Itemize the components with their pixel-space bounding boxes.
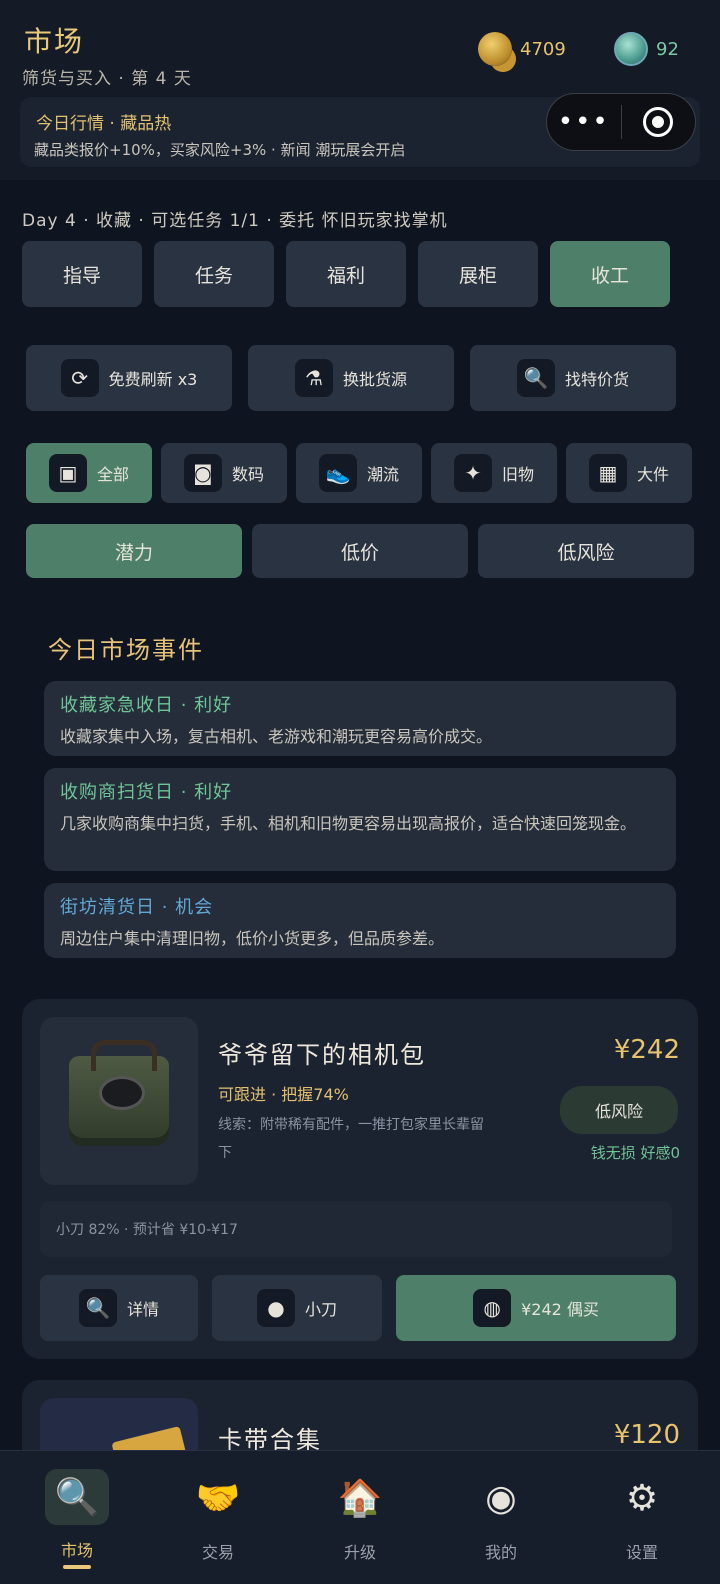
event-desc: 几家收购商集中扫货，手机、相机和旧物更容易出现高报价，适合快速回笼现金。 (60, 814, 637, 833)
furniture-icon: ▦ (588, 454, 627, 492)
magnifier-icon: 🔍 (78, 1289, 117, 1327)
events-title: 今日市场事件 (48, 636, 204, 664)
tab-trade[interactable]: 🤝 交易 (170, 1469, 266, 1569)
shop-upgrade-icon: 🏠 (337, 1478, 383, 1519)
risk-badge[interactable]: 低风险 (560, 1086, 678, 1134)
coin-bag-icon (478, 32, 512, 66)
handshake-icon: 🤝 (195, 1478, 241, 1519)
camera-icon: ◙ (183, 454, 222, 492)
detail-label: 详情 (126, 1300, 159, 1319)
showcase-button[interactable]: 展柜 (418, 241, 538, 307)
tab-market-label: 市场 (60, 1541, 93, 1561)
magnifier-icon: 🔍 (516, 359, 555, 397)
bargain-label: 小刀 (304, 1300, 337, 1319)
event-card: 收购商扫货日 · 利好 几家收购商集中扫货，手机、相机和旧物更容易出现高报价，适… (44, 768, 676, 871)
item-clue: 线索：附带稀有配件，一推打包家里长辈留下 (218, 1117, 484, 1161)
tab-trade-label: 交易 (201, 1543, 234, 1562)
event-title: 收购商扫货日 · 利好 (60, 782, 233, 803)
target-icon (643, 107, 674, 137)
category-digital[interactable]: ◙ 数码 (161, 443, 287, 503)
item-status: 钱无损 好感0 (590, 1144, 680, 1162)
close-miniprogram-button[interactable] (622, 107, 696, 137)
item-price: ¥120 (613, 1420, 680, 1450)
switch-supply-label: 换批货源 (342, 370, 407, 389)
free-refresh-label: 免费刷新 x3 (108, 370, 198, 389)
page-subtitle: 筛货与买入 · 第 4 天 (22, 69, 192, 89)
more-menu-button[interactable]: ••• (547, 107, 621, 137)
header: 市场 筛货与买入 · 第 4 天 4709 92 今日行情 · 藏品热 藏品类报… (0, 0, 720, 180)
camera-bag-image (69, 1040, 169, 1146)
bottom-tab-bar: 🔍 市场 🤝 交易 🏠 升级 ◉ 我的 ⚙ 设置 (0, 1450, 720, 1584)
event-card: 收藏家急收日 · 利好 收藏家集中入场，复古相机、老游戏和潮玩更容易高价成交。 (44, 681, 676, 756)
event-desc: 收藏家集中入场，复古相机、老游戏和潮玩更容易高价成交。 (60, 727, 493, 746)
category-old-label: 旧物 (501, 465, 534, 484)
task-button[interactable]: 任务 (154, 241, 274, 307)
magnifier-icon: 🔍 (45, 1469, 109, 1526)
coin-counter: 4709 (478, 32, 566, 66)
profile-icon: ◉ (485, 1477, 517, 1519)
potion-icon: ⚗ (294, 359, 333, 397)
category-big-label: 大件 (636, 465, 669, 484)
find-bargain-button[interactable]: 🔍 找特价货 (470, 345, 676, 411)
welfare-button[interactable]: 福利 (286, 241, 406, 307)
detail-button[interactable]: 🔍 详情 (40, 1275, 198, 1341)
category-all[interactable]: ▣ 全部 (26, 443, 152, 503)
sort-low-price[interactable]: 低价 (252, 524, 468, 578)
vintage-items-icon: ✦ (453, 454, 492, 492)
coin-icon: ● (256, 1289, 295, 1327)
event-title: 收藏家急收日 · 利好 (60, 695, 233, 716)
day-status-line: Day 4 · 收藏 · 可选任务 1/1 · 委托 怀旧玩家找掌机 (22, 211, 448, 231)
tab-upgrade[interactable]: 🏠 升级 (312, 1469, 408, 1569)
item-name: 爷爷留下的相机包 (218, 1041, 426, 1069)
sort-potential[interactable]: 潜力 (26, 524, 242, 578)
miniprogram-capsule: ••• (546, 93, 696, 151)
market-events-section: 今日市场事件 收藏家急收日 · 利好 收藏家集中入场，复古相机、老游戏和潮玩更容… (20, 603, 700, 973)
page-title: 市场 (24, 25, 85, 58)
tab-market[interactable]: 🔍 市场 (29, 1469, 125, 1569)
tab-upgrade-label: 升级 (343, 1543, 376, 1562)
tab-settings-label: 设置 (625, 1543, 658, 1562)
buy-label: ¥242 偶买 (521, 1300, 599, 1319)
tab-settings[interactable]: ⚙ 设置 (594, 1469, 690, 1569)
event-title: 街坊清货日 · 机会 (60, 897, 214, 918)
news-text: 藏品类报价+10%，买家风险+3% · 新闻 潮玩展会开启 (34, 141, 406, 159)
item-card[interactable]: 爷爷留下的相机包 可跟进 · 把握74% 线索：附带稀有配件，一推打包家里长辈留… (22, 999, 698, 1359)
globe-icon: ◍ (473, 1289, 512, 1327)
gem-counter: 92 (614, 32, 679, 66)
free-refresh-button[interactable]: ⟳ 免费刷新 x3 (26, 345, 232, 411)
gem-shield-icon (614, 32, 648, 66)
coin-value: 4709 (520, 38, 566, 60)
sort-low-risk[interactable]: 低风险 (478, 524, 694, 578)
category-all-label: 全部 (96, 465, 129, 484)
guide-button[interactable]: 指导 (22, 241, 142, 307)
item-thumbnail (40, 1017, 198, 1185)
category-trendy-label: 潮流 (366, 465, 399, 484)
refresh-icon: ⟳ (60, 359, 99, 397)
category-big[interactable]: ▦ 大件 (566, 443, 692, 503)
bargain-button[interactable]: ● 小刀 (212, 1275, 382, 1341)
item-tag: 可跟进 · 把握74% (218, 1085, 349, 1104)
item-price: ¥242 (613, 1035, 680, 1065)
find-bargain-label: 找特价货 (564, 370, 629, 389)
event-card: 街坊清货日 · 机会 周边住户集中清理旧物，低价小货更多，但品质参差。 (44, 883, 676, 958)
event-desc: 周边住户集中清理旧物，低价小货更多，但品质参差。 (60, 929, 445, 948)
news-title: 今日行情 · 藏品热 (36, 114, 172, 134)
gem-value: 92 (656, 38, 679, 60)
chest-icon: ▣ (48, 454, 87, 492)
category-trendy[interactable]: 👟 潮流 (296, 443, 422, 503)
buy-button[interactable]: ◍ ¥242 偶买 (396, 1275, 676, 1341)
tab-mine[interactable]: ◉ 我的 (453, 1469, 549, 1569)
category-old[interactable]: ✦ 旧物 (431, 443, 557, 503)
category-digital-label: 数码 (231, 465, 264, 484)
tab-mine-label: 我的 (484, 1543, 517, 1562)
bargain-note: 小刀 82% · 预计省 ¥10-¥17 (40, 1201, 672, 1257)
gear-icon: ⚙ (625, 1477, 659, 1519)
active-tab-indicator (63, 1565, 91, 1569)
close-shop-button[interactable]: 收工 (550, 241, 670, 307)
switch-supply-button[interactable]: ⚗ 换批货源 (248, 345, 454, 411)
sneaker-icon: 👟 (318, 454, 357, 492)
